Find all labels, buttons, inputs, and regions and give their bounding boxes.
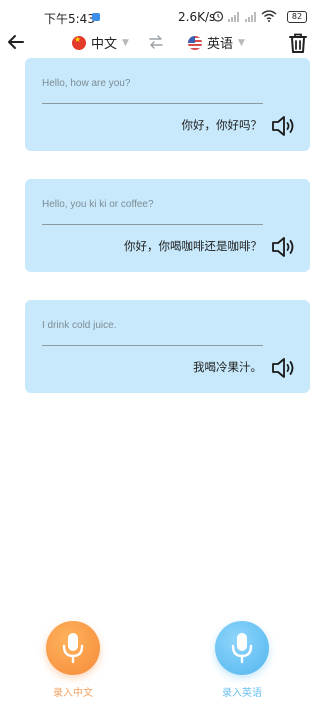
- translation-card[interactable]: Hello, you ki ki or coffee? 你好，你喝咖啡还是咖啡？: [25, 179, 310, 272]
- microphone-icon: [62, 633, 84, 664]
- china-flag-icon: [72, 35, 86, 50]
- signal-icon-2: [245, 11, 256, 22]
- source-text: Hello, you ki ki or coffee?: [42, 199, 154, 210]
- top-bar: 中文 ▼ 英语 ▼: [0, 28, 328, 58]
- source-language-selector[interactable]: 中文 ▼: [72, 33, 129, 52]
- record-english-button[interactable]: [215, 621, 269, 675]
- card-divider: [42, 224, 263, 225]
- swap-languages-icon[interactable]: [148, 34, 164, 50]
- card-divider: [42, 103, 263, 104]
- microphone-icon: [231, 633, 253, 664]
- source-text: I drink cold juice.: [42, 320, 117, 331]
- trash-icon[interactable]: [288, 32, 308, 54]
- us-flag-icon: [188, 35, 202, 50]
- back-arrow-icon[interactable]: [6, 32, 26, 52]
- speaker-icon[interactable]: [270, 357, 296, 379]
- target-language-selector[interactable]: 英语 ▼: [188, 33, 245, 52]
- chevron-down-icon: ▼: [122, 37, 129, 48]
- record-english-label: 录入英语: [222, 688, 262, 699]
- target-language-label: 英语: [207, 37, 234, 52]
- notification-icon: [92, 13, 100, 21]
- status-bar: 下午5:43 2.6K/s 82: [0, 0, 328, 26]
- chevron-down-icon: ▼: [238, 37, 245, 48]
- translated-text: 我喝冷果汁。: [193, 360, 262, 374]
- app-screen: 下午5:43 2.6K/s 82 ★ 中文 ▼ 英语 ▼ Hello, how …: [0, 0, 328, 713]
- record-chinese-label: 录入中文: [53, 688, 93, 699]
- record-chinese-button[interactable]: [46, 621, 100, 675]
- translated-text: 你好，你喝咖啡还是咖啡？: [124, 239, 262, 253]
- translation-card[interactable]: Hello, how are you? 你好，你好吗？: [25, 58, 310, 151]
- alarm-icon: [212, 11, 224, 22]
- card-divider: [42, 345, 263, 346]
- status-time: 下午5:43: [44, 12, 95, 26]
- battery-icon: 82: [287, 11, 307, 23]
- source-language-label: 中文: [91, 37, 118, 52]
- speaker-icon[interactable]: [270, 115, 296, 137]
- source-text: Hello, how are you?: [42, 78, 131, 89]
- status-icons: [212, 10, 277, 22]
- translation-card[interactable]: I drink cold juice. 我喝冷果汁。: [25, 300, 310, 393]
- translated-text: 你好，你好吗？: [181, 118, 263, 132]
- speaker-icon[interactable]: [270, 236, 296, 258]
- wifi-icon: [261, 10, 277, 22]
- signal-icon: [228, 11, 239, 22]
- network-speed: 2.6K/s: [178, 10, 216, 24]
